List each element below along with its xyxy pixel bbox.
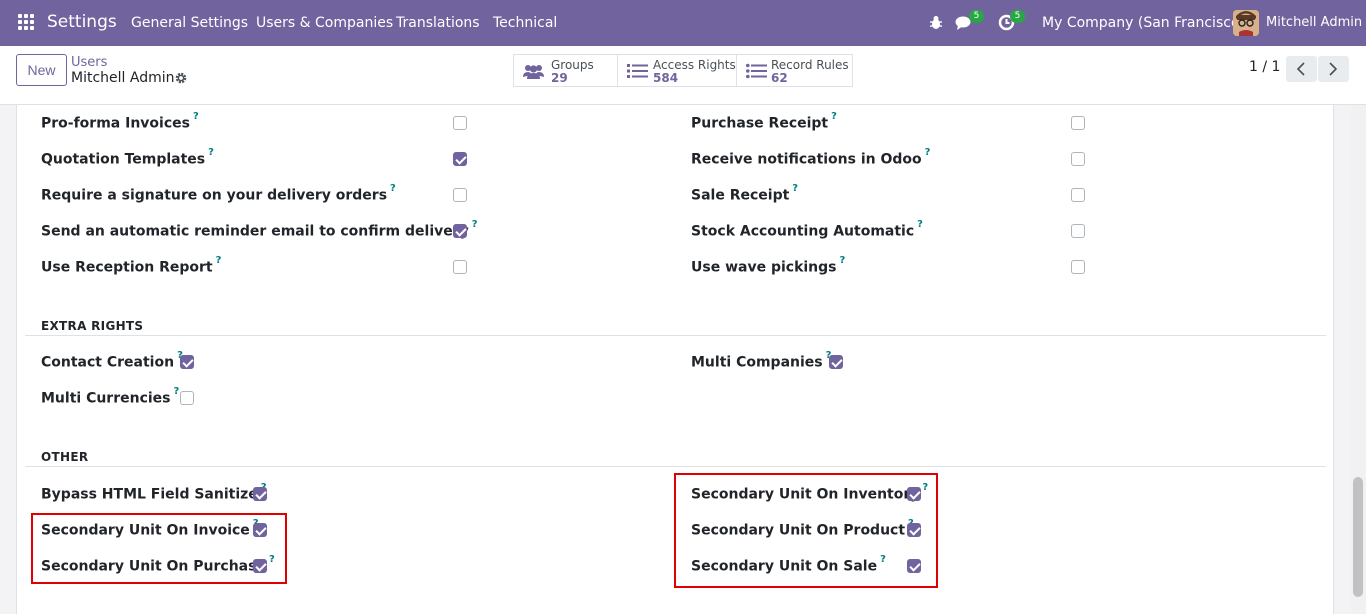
user-menu[interactable]: Mitchell Admin: [1266, 15, 1362, 30]
right-label-text: Quotation Templates: [41, 151, 206, 168]
sale-receipt-checkbox[interactable]: [1071, 188, 1085, 202]
right-label: Pro-forma Invoices?: [41, 111, 199, 132]
right-label: Multi Currencies?: [41, 386, 180, 407]
main-navbar: Settings General Settings Users & Compan…: [0, 0, 1366, 46]
right-label: Purchase Receipt?: [691, 111, 837, 132]
right-label: Receive notifications in Odoo?: [691, 147, 931, 168]
right-label-text: Purchase Receipt: [691, 115, 829, 132]
quotation-templates-checkbox[interactable]: [453, 152, 467, 166]
pager-previous-button[interactable]: [1286, 56, 1317, 82]
reception-report-checkbox[interactable]: [453, 260, 467, 274]
list-icon: [627, 64, 648, 78]
right-label: Multi Companies?: [691, 350, 831, 371]
gear-icon[interactable]: [175, 72, 187, 84]
access-rights-label: Access Rights: [653, 58, 736, 72]
help-tooltip-icon[interactable]: ?: [390, 183, 396, 194]
right-label: Sale Receipt?: [691, 183, 798, 204]
chevron-right-icon: [1329, 62, 1338, 76]
right-label-text: Receive notifications in Odoo: [691, 151, 922, 168]
app-brand[interactable]: Settings: [47, 12, 117, 32]
stock-accounting-automatic-checkbox[interactable]: [1071, 224, 1085, 238]
help-tooltip-icon[interactable]: ?: [472, 219, 478, 230]
help-tooltip-icon[interactable]: ?: [216, 255, 222, 266]
right-label-text: Stock Accounting Automatic: [691, 223, 915, 240]
right-label: Contact Creation?: [41, 350, 183, 371]
groups-label: Groups: [551, 58, 594, 72]
breadcrumb-current: Mitchell Admin: [71, 70, 175, 86]
right-label-text: Bypass HTML Field Sanitize: [41, 486, 258, 503]
record-rules-count: 62: [771, 71, 788, 85]
highlight-box-left: [31, 513, 287, 584]
app-menu-icon[interactable]: [18, 14, 35, 31]
menu-translations[interactable]: Translations: [396, 15, 480, 31]
menu-users-companies[interactable]: Users & Companies: [256, 15, 393, 31]
help-tooltip-icon[interactable]: ?: [840, 255, 846, 266]
help-tooltip-icon[interactable]: ?: [193, 111, 199, 122]
help-tooltip-icon[interactable]: ?: [917, 219, 923, 230]
right-label-text: Multi Currencies: [41, 390, 171, 407]
right-label: Send an automatic reminder email to conf…: [41, 219, 478, 240]
access-rights-smart-button[interactable]: Access Rights 584: [617, 54, 737, 87]
contact-creation-checkbox[interactable]: [180, 355, 194, 369]
multi-currencies-checkbox[interactable]: [180, 391, 194, 405]
company-switcher[interactable]: My Company (San Francisco): [1042, 15, 1245, 31]
pager-value[interactable]: 1 / 1: [1249, 59, 1280, 75]
extra-rights-title: EXTRA RIGHTS: [41, 319, 144, 333]
pro-forma-invoices-checkbox[interactable]: [453, 116, 467, 130]
user-avatar[interactable]: [1233, 10, 1259, 36]
right-label: Bypass HTML Field Sanitize?: [41, 482, 267, 503]
menu-technical[interactable]: Technical: [493, 15, 557, 31]
right-label-text: Multi Companies: [691, 354, 823, 371]
access-rights-count: 584: [653, 71, 679, 85]
highlight-box-right: [674, 473, 938, 588]
activities-badge: 5: [1010, 10, 1025, 23]
purchase-receipt-checkbox[interactable]: [1071, 116, 1085, 130]
section-divider: [25, 466, 1326, 467]
bypass-html-sanitize-checkbox[interactable]: [253, 487, 267, 501]
help-tooltip-icon[interactable]: ?: [831, 111, 837, 122]
messages-badge: 5: [969, 10, 984, 23]
wave-pickings-checkbox[interactable]: [1071, 260, 1085, 274]
right-label: Stock Accounting Automatic?: [691, 219, 923, 240]
help-tooltip-icon[interactable]: ?: [174, 386, 180, 397]
multi-companies-checkbox[interactable]: [829, 355, 843, 369]
odoo-notifications-checkbox[interactable]: [1071, 152, 1085, 166]
right-label: Require a signature on your delivery ord…: [41, 183, 396, 204]
scrollbar-thumb[interactable]: [1353, 477, 1363, 597]
debug-icon[interactable]: [929, 15, 943, 30]
menu-general-settings[interactable]: General Settings: [131, 15, 248, 31]
other-title: OTHER: [41, 450, 89, 464]
reminder-email-checkbox[interactable]: [453, 224, 467, 238]
groups-count: 29: [551, 71, 568, 85]
users-icon: [523, 65, 544, 79]
right-label-text: Use wave pickings: [691, 259, 837, 276]
right-label-text: Pro-forma Invoices: [41, 115, 190, 132]
new-button[interactable]: New: [16, 54, 67, 86]
help-tooltip-icon[interactable]: ?: [792, 183, 798, 194]
right-label-text: Sale Receipt: [691, 187, 790, 204]
right-label-text: Require a signature on your delivery ord…: [41, 187, 388, 204]
right-label-text: Contact Creation: [41, 354, 175, 371]
right-label-text: Send an automatic reminder email to conf…: [41, 223, 469, 240]
help-tooltip-icon[interactable]: ?: [208, 147, 214, 158]
record-rules-label: Record Rules: [771, 58, 849, 72]
right-label: Use Reception Report?: [41, 255, 222, 276]
right-label-text: Use Reception Report: [41, 259, 213, 276]
require-signature-checkbox[interactable]: [453, 188, 467, 202]
list-icon: [746, 63, 767, 79]
record-rules-smart-button[interactable]: Record Rules 62: [736, 54, 853, 87]
right-label: Use wave pickings?: [691, 255, 846, 276]
chevron-left-icon: [1296, 62, 1305, 76]
help-tooltip-icon[interactable]: ?: [925, 147, 931, 158]
section-divider: [25, 335, 1326, 336]
groups-smart-button[interactable]: Groups 29: [513, 54, 618, 87]
pager-next-button[interactable]: [1318, 56, 1349, 82]
breadcrumb-users[interactable]: Users: [71, 55, 107, 70]
control-panel: New Users Mitchell Admin Groups 29 Acces…: [0, 46, 1366, 105]
right-label: Quotation Templates?: [41, 147, 214, 168]
